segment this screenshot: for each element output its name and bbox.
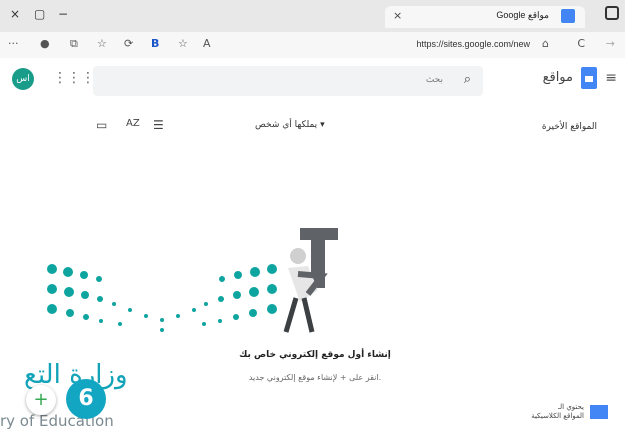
forward-icon[interactable]: → xyxy=(606,37,615,50)
classic-sites-label: يحتوي الـ المواقع الكلاسيكية xyxy=(531,403,584,421)
title-bar: × ▢ − + × Google مواقع xyxy=(0,0,625,32)
recent-sites-label: المواقع الأخيرة xyxy=(541,122,597,132)
collections-icon[interactable]: ⧉ xyxy=(70,37,78,51)
extension-b-icon[interactable]: B xyxy=(151,37,159,50)
more-icon[interactable]: ··· xyxy=(8,37,19,50)
favorites-icon[interactable]: ☆ xyxy=(97,37,107,50)
refresh-icon[interactable]: C xyxy=(577,37,585,50)
classic-sites-thumbnail-icon xyxy=(590,405,608,419)
classic-label-line2: المواقع الكلاسيكية xyxy=(531,412,584,420)
sites-favicon-icon xyxy=(561,9,575,23)
browser-tab[interactable]: × Google مواقع xyxy=(385,6,585,28)
lock-icon: ⌂ xyxy=(542,37,549,50)
tab-actions-icon[interactable] xyxy=(605,6,619,20)
sort-az-icon[interactable]: AZ xyxy=(126,118,140,129)
restore-window-icon[interactable]: ▢ xyxy=(34,7,45,21)
read-aloud-icon[interactable]: A xyxy=(203,37,211,50)
create-site-button[interactable]: + xyxy=(26,385,56,415)
classic-label-line1: يحتوي الـ xyxy=(557,403,584,411)
app-header: اس ⋮⋮⋮ ⌕ مواقع ≡ xyxy=(0,58,625,104)
close-window-icon[interactable]: × xyxy=(10,7,20,21)
profile-icon[interactable]: ● xyxy=(40,37,50,50)
step-number-badge: 6 xyxy=(66,379,106,419)
apps-grid-icon[interactable]: ⋮⋮⋮ xyxy=(53,70,95,86)
extension-icon[interactable]: ⟳ xyxy=(124,37,133,50)
app-brand: مواقع xyxy=(542,70,573,85)
list-view-icon[interactable]: ☰ xyxy=(153,118,164,132)
folder-icon[interactable]: ▭ xyxy=(96,118,107,132)
tab-close-icon[interactable]: × xyxy=(393,9,402,22)
main-menu-icon[interactable]: ≡ xyxy=(605,70,617,86)
list-toolbar: ▭ AZ ☰ يملكها أي شخص ▾ المواقع الأخيرة xyxy=(0,112,625,138)
avatar[interactable]: اس xyxy=(12,68,34,90)
address-bar: ··· ● ⧉ ☆ ⟳ B ☆ A https://sites.google.c… xyxy=(0,32,625,59)
owner-filter-dropdown[interactable]: يملكها أي شخص ▾ xyxy=(255,120,325,130)
tab-title: Google مواقع xyxy=(496,10,549,20)
classic-sites-link[interactable]: يحتوي الـ المواقع الكلاسيكية xyxy=(508,403,608,425)
url-field[interactable]: https://sites.google.com/new xyxy=(416,39,530,49)
search-box[interactable]: ⌕ xyxy=(93,66,483,96)
sites-logo-icon xyxy=(581,67,597,89)
add-favorite-icon[interactable]: ☆ xyxy=(178,37,188,50)
search-icon[interactable]: ⌕ xyxy=(464,72,471,87)
search-input[interactable] xyxy=(141,73,445,85)
minimize-window-icon[interactable]: − xyxy=(58,7,68,21)
